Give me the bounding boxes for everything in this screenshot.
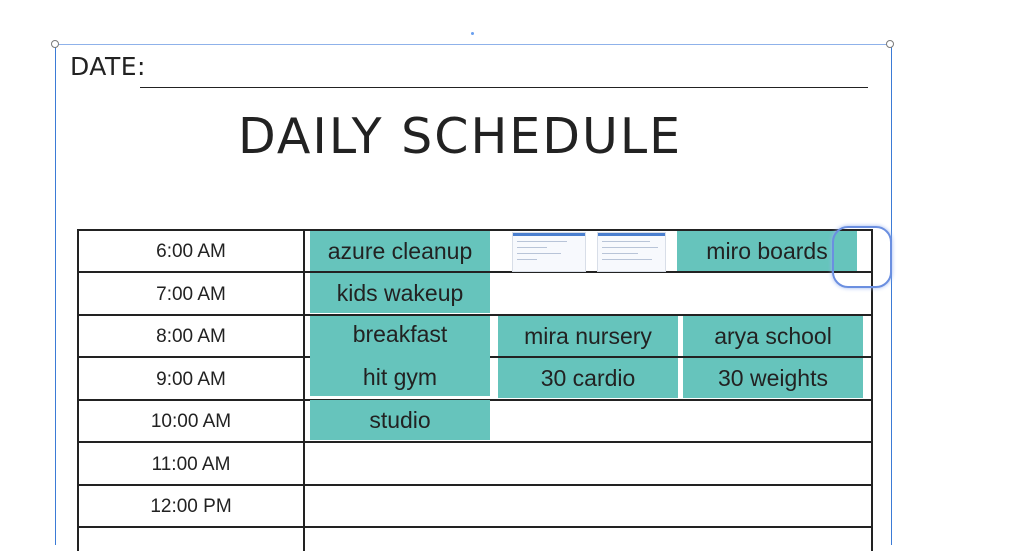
event-arya-school[interactable]: arya school xyxy=(683,316,863,356)
page-title: DAILY SCHEDULE xyxy=(238,108,683,165)
time-label: 8:00 AM xyxy=(156,326,226,347)
rotate-handle[interactable] xyxy=(471,32,474,35)
time-label: 7:00 AM xyxy=(156,284,226,305)
event-azure-cleanup[interactable]: azure cleanup xyxy=(310,231,490,271)
date-label: DATE: xyxy=(70,52,146,81)
time-label: 6:00 AM xyxy=(156,241,226,262)
event-kids-wakeup[interactable]: kids wakeup xyxy=(310,273,490,313)
row-divider xyxy=(79,526,871,528)
row-divider xyxy=(79,484,871,486)
time-column-divider xyxy=(303,231,305,551)
time-label: 11:00 AM xyxy=(151,454,231,475)
resize-handle-top-right[interactable] xyxy=(886,40,894,48)
resize-handle-top-left[interactable] xyxy=(51,40,59,48)
date-line xyxy=(140,87,868,88)
screenshot-thumbnail[interactable] xyxy=(597,232,666,272)
row-divider xyxy=(79,441,871,443)
time-label: 9:00 AM xyxy=(156,369,226,390)
event-miro-boards[interactable]: miro boards xyxy=(677,231,857,271)
event-hit-gym[interactable]: hit gym xyxy=(310,358,490,396)
time-label: 10:00 AM xyxy=(150,411,232,432)
canvas[interactable]: DATE: DAILY SCHEDULE 6:00 AM 7:00 AM 8:0… xyxy=(0,0,1023,551)
cursor-focus-ring xyxy=(832,226,892,288)
event-30-cardio[interactable]: 30 cardio xyxy=(498,358,678,398)
time-label: 12:00 PM xyxy=(150,496,232,517)
event-mira-nursery[interactable]: mira nursery xyxy=(498,316,678,356)
event-studio[interactable]: studio xyxy=(310,400,490,440)
event-30-weights[interactable]: 30 weights xyxy=(683,358,863,398)
screenshot-thumbnail[interactable] xyxy=(512,232,586,272)
